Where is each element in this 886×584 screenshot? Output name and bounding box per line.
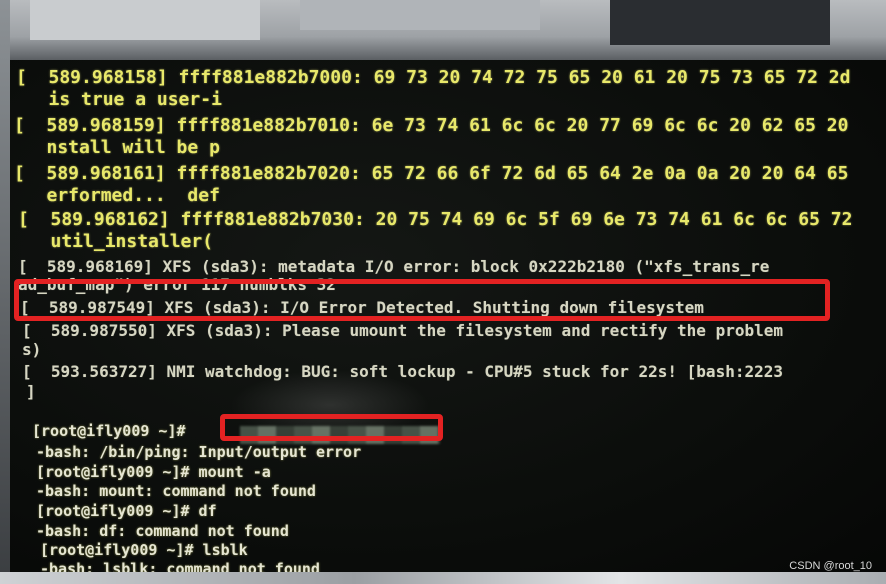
shell-prompt: [root@ifly009 ~]# lsblk (40, 541, 248, 559)
photo-frame: [ 589.968158] ffff881e882b7000: 69 73 20… (0, 0, 886, 584)
kernel-log-line: ] (26, 382, 36, 401)
shell-output: -bash: df: command not found (36, 522, 289, 540)
error-highlight-box (14, 279, 830, 321)
command-highlight-box (220, 414, 443, 441)
kernel-log-line: [ 589.968169] XFS (sda3): metadata I/O e… (18, 257, 770, 276)
kernel-log-line: [ 589.987550] XFS (sda3): Please umount … (22, 321, 783, 340)
shell-output: -bash: /bin/ping: Input/output error (36, 443, 362, 461)
shell-prompt: [root@ifly009 ~]# df (36, 502, 217, 520)
kernel-log-line: util_installer( (18, 231, 214, 252)
kernel-log-line: [ 589.968162] ffff881e882b7030: 20 75 74… (18, 209, 853, 230)
kernel-log-line: [ 593.563727] NMI watchdog: BUG: soft lo… (22, 362, 783, 381)
kernel-log-line: is true a user-i (16, 89, 222, 110)
ceiling-panel (30, 0, 260, 40)
kernel-log-line: [ 589.968159] ffff881e882b7010: 6e 73 74… (14, 115, 849, 136)
desk-surface (0, 572, 886, 584)
kernel-log-line: [ 589.968161] ffff881e882b7020: 65 72 66… (14, 163, 849, 184)
server-rack (610, 0, 830, 45)
kernel-log-line: erformed... def (14, 185, 220, 206)
kernel-log-line: [ 589.968158] ffff881e882b7000: 69 73 20… (16, 67, 851, 88)
monitor-bezel-left (0, 0, 10, 584)
kernel-log-line: nstall will be p (14, 137, 220, 158)
shell-prompt: [root@ifly009 ~]# mount -a (36, 463, 271, 481)
shell-output: -bash: mount: command not found (36, 482, 316, 500)
shell-output: -bash: lsblk: command not found (40, 560, 320, 572)
watermark: CSDN @root_10 (789, 560, 872, 572)
ceiling-panel (300, 0, 540, 30)
kernel-log-line: s) (22, 340, 42, 359)
shell-prompt: [root@ifly009 ~]# (32, 422, 195, 440)
background-ceiling (0, 0, 886, 66)
